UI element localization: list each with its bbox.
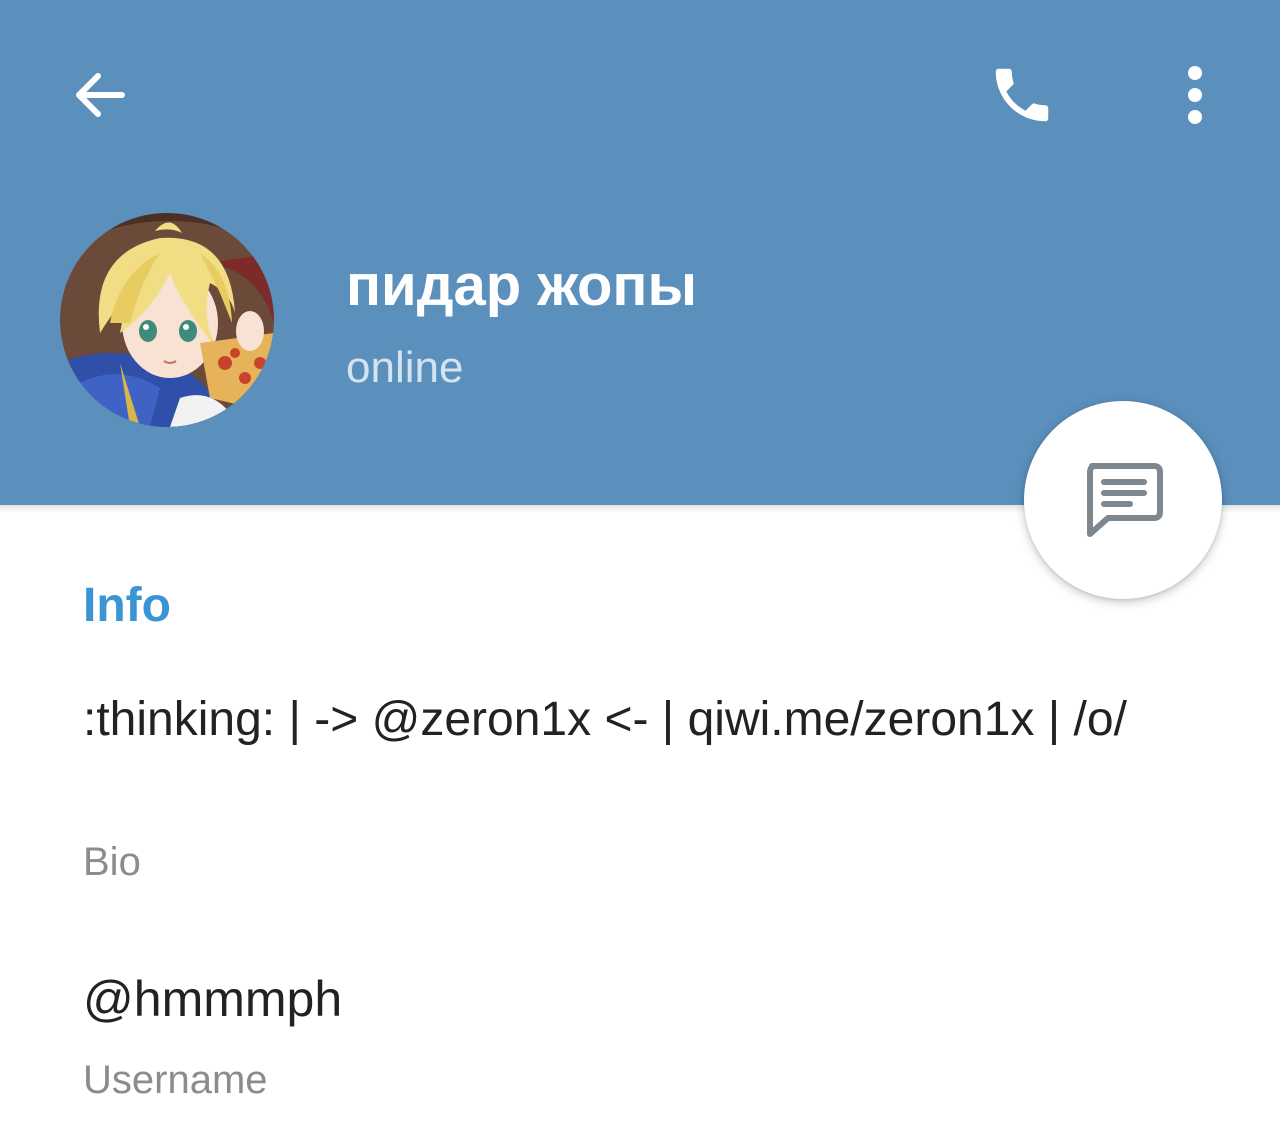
- profile-status: online: [346, 343, 464, 392]
- avatar[interactable]: [60, 213, 274, 427]
- message-icon: [1087, 463, 1163, 537]
- phone-icon: [995, 68, 1049, 122]
- back-button[interactable]: [50, 45, 150, 145]
- username-text[interactable]: @hmmmph: [83, 970, 342, 1028]
- send-message-button[interactable]: [1024, 401, 1222, 599]
- anime-avatar-image: [60, 213, 274, 427]
- more-options-button[interactable]: [1150, 45, 1240, 145]
- bio-label: Bio: [83, 840, 141, 884]
- info-section-title: Info: [83, 579, 171, 632]
- arrow-left-icon: [76, 73, 125, 117]
- username-label: Username: [83, 1058, 268, 1102]
- more-vertical-icon: [1188, 66, 1202, 124]
- profile-name: пидар жопы: [346, 253, 697, 318]
- bio-text[interactable]: :thinking: | -> @zeron1x <- | qiwi.me/ze…: [83, 686, 1213, 753]
- call-button[interactable]: [972, 45, 1072, 145]
